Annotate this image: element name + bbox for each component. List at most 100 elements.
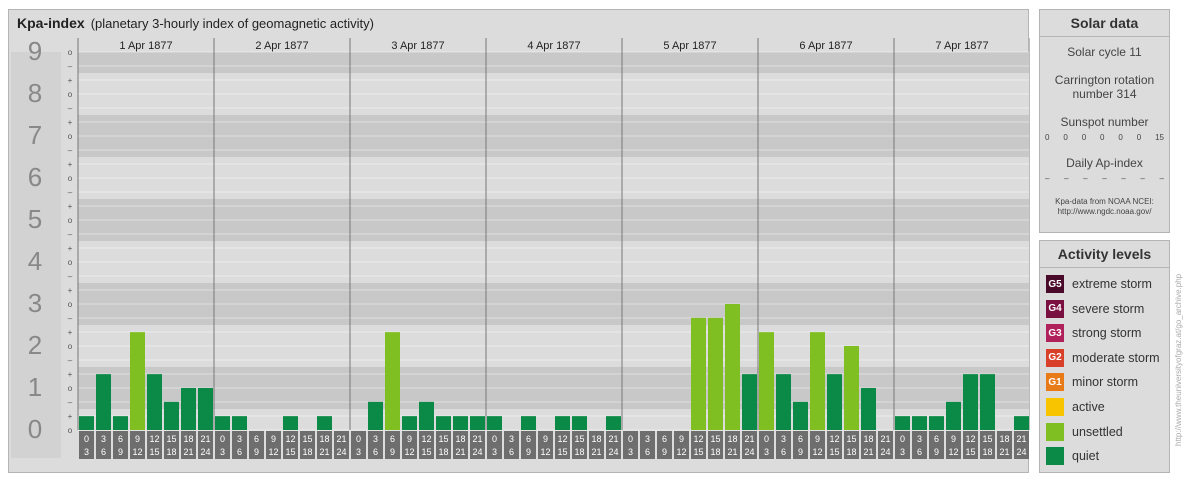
- interval-end-label: 24: [1016, 447, 1026, 457]
- interval-start-label: 9: [679, 434, 684, 444]
- interval-end-label: 6: [781, 447, 786, 457]
- interval-end-label: 12: [812, 447, 822, 457]
- kpa-bar: [929, 416, 944, 430]
- interval-start-label: 12: [421, 434, 431, 444]
- kpa-bar: [113, 416, 128, 430]
- interval-start-label: 9: [407, 434, 412, 444]
- interval-end-label: 18: [846, 447, 856, 457]
- kpa-bar: [470, 416, 485, 430]
- interval-end-label: 15: [829, 447, 839, 457]
- kpa-bar: [946, 401, 961, 430]
- activity-level-label: unsettled: [1072, 424, 1123, 439]
- y-minor-tick: o: [68, 216, 73, 225]
- interval-start-label: 3: [101, 434, 106, 444]
- y-minor-tick: o: [68, 48, 73, 57]
- y-major-tick: 4: [28, 246, 42, 276]
- interval-end-label: 3: [492, 447, 497, 457]
- kpa-bar: [691, 317, 706, 430]
- interval-start-label: 18: [727, 434, 737, 444]
- interval-start-label: 12: [693, 434, 703, 444]
- kpa-bar: [844, 346, 859, 430]
- y-minor-tick: +: [68, 244, 73, 253]
- interval-start-label: 9: [543, 434, 548, 444]
- ap-value: –: [1045, 174, 1050, 183]
- interval-end-label: 24: [880, 447, 890, 457]
- y-minor-tick: +: [68, 412, 73, 421]
- kpa-bar: [147, 374, 162, 430]
- interval-end-label: 21: [183, 447, 193, 457]
- ap-value: –: [1083, 174, 1088, 183]
- interval-start-label: 3: [237, 434, 242, 444]
- interval-end-label: 18: [166, 447, 176, 457]
- interval-end-label: 15: [285, 447, 295, 457]
- interval-start-label: 15: [846, 434, 856, 444]
- ap-value: –: [1102, 174, 1107, 183]
- y-minor-tick: +: [68, 118, 73, 127]
- interval-start-label: 21: [880, 434, 890, 444]
- activity-level-label: quiet: [1072, 449, 1100, 464]
- interval-start-label: 18: [183, 434, 193, 444]
- interval-end-label: 21: [591, 447, 601, 457]
- interval-end-label: 18: [574, 447, 584, 457]
- sunspot-value: 0: [1063, 133, 1068, 142]
- y-major-tick: 3: [28, 288, 42, 318]
- sunspot-label: Sunspot number: [1060, 115, 1149, 129]
- kpa-bar: [980, 374, 995, 430]
- interval-start-label: 12: [285, 434, 295, 444]
- interval-start-label: 18: [863, 434, 873, 444]
- interval-start-label: 9: [135, 434, 140, 444]
- kpa-bar: [555, 416, 570, 430]
- interval-start-label: 6: [254, 434, 259, 444]
- activity-level-item: G4 severe storm: [1046, 299, 1144, 318]
- ap-values: – – – – – – –: [1040, 174, 1169, 183]
- activity-level-item: G5 extreme storm: [1046, 275, 1152, 293]
- interval-start-label: 18: [455, 434, 465, 444]
- interval-end-label: 12: [404, 447, 414, 457]
- interval-end-label: 15: [965, 447, 975, 457]
- kpa-bar: [385, 332, 400, 430]
- day-label: 4 Apr 1877: [527, 40, 580, 52]
- interval-end-label: 6: [101, 447, 106, 457]
- activity-level-swatch: [1046, 398, 1064, 416]
- interval-end-label: 3: [900, 447, 905, 457]
- kpa-bar: [436, 416, 451, 430]
- interval-end-label: 24: [744, 447, 754, 457]
- y-major-tick: 6: [28, 162, 42, 192]
- activity-level-item: G1 minor storm: [1046, 373, 1138, 392]
- interval-start-label: 15: [982, 434, 992, 444]
- interval-start-label: 6: [934, 434, 939, 444]
- kpa-bar: [1014, 416, 1029, 430]
- activity-levels-heading: Activity levels: [1040, 241, 1169, 268]
- interval-start-label: 0: [356, 434, 361, 444]
- activity-level-label: extreme storm: [1072, 277, 1152, 291]
- y-major-tick: 7: [28, 120, 42, 150]
- y-minor-tick: o: [68, 342, 73, 351]
- interval-start-label: 15: [166, 434, 176, 444]
- interval-end-label: 6: [645, 447, 650, 457]
- y-major-tick: 5: [28, 204, 42, 234]
- y-minor-tick: +: [68, 328, 73, 337]
- interval-start-label: 0: [764, 434, 769, 444]
- kpa-bar: [572, 416, 587, 430]
- y-minor-tick: –: [68, 356, 73, 365]
- source-line2: http://www.ngdc.noaa.gov/: [1057, 207, 1152, 216]
- y-minor-tick: –: [68, 272, 73, 281]
- activity-level-swatch: G3: [1046, 324, 1064, 343]
- interval-end-label: 3: [220, 447, 225, 457]
- kpa-chart-panel: Kpa-index (planetary 3-hourly index of ge…: [8, 9, 1030, 473]
- kpa-bar: [368, 401, 383, 430]
- interval-end-label: 12: [268, 447, 278, 457]
- y-minor-tick: o: [68, 384, 73, 393]
- interval-start-label: 18: [591, 434, 601, 444]
- interval-start-label: 6: [118, 434, 123, 444]
- y-minor-tick: –: [68, 188, 73, 197]
- interval-end-label: 12: [676, 447, 686, 457]
- kpa-bar: [742, 374, 757, 430]
- interval-end-label: 9: [934, 447, 939, 457]
- interval-start-label: 3: [781, 434, 786, 444]
- kpa-bar: [283, 416, 298, 430]
- kpa-bar: [232, 416, 247, 430]
- interval-end-label: 24: [608, 447, 618, 457]
- kpa-bar: [402, 416, 417, 430]
- kpa-bar: [759, 332, 774, 430]
